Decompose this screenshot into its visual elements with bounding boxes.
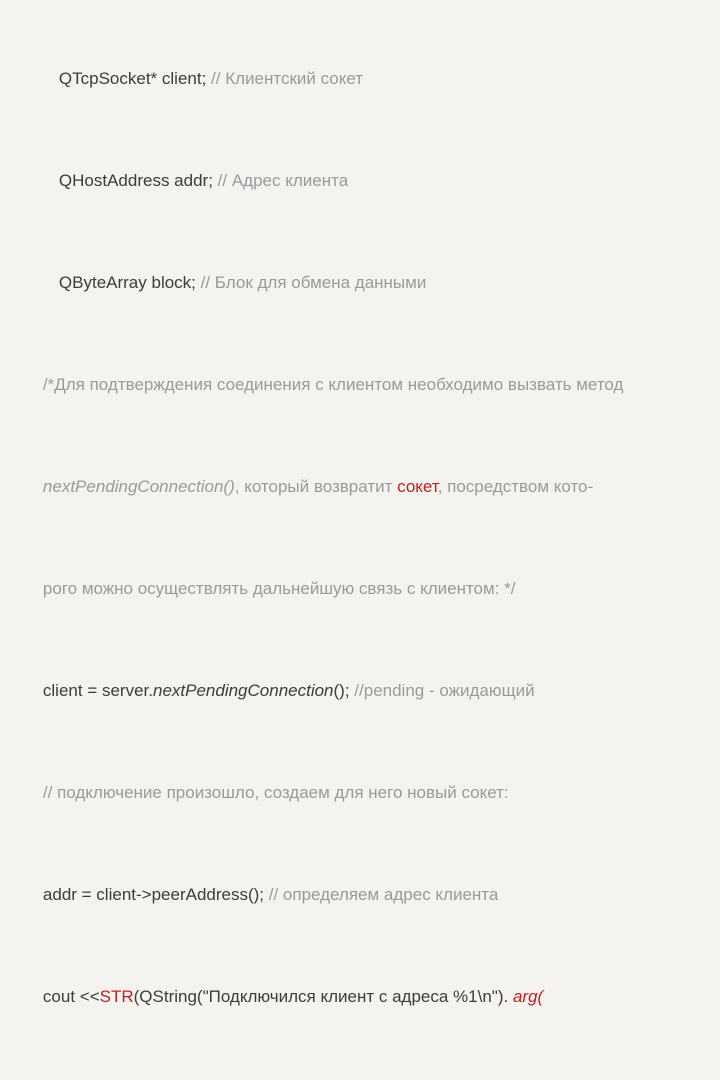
comment-peer: // определяем адрес клиента [269, 885, 499, 904]
cout-a: cout << [43, 987, 100, 1006]
block-comment-text-1: /*Для подтверждения соединения с клиенто… [43, 375, 628, 394]
code-line-3: QByteArray block; // Блок для обмена дан… [24, 232, 688, 334]
highlight-arg: arg [513, 987, 538, 1006]
decl-client: QTcpSocket* client; [59, 69, 211, 88]
block-comment-text-2b: , посредством кото- [438, 477, 593, 496]
comment-block: // Блок для обмена данными [201, 273, 427, 292]
code-line-1: QTcpSocket* client; // Клиентский сокет [24, 28, 688, 130]
code-line-8: // подключение произошло, создаем для не… [24, 742, 688, 844]
method-name-italic: nextPendingConnection() [43, 477, 235, 496]
block-comment-line-2: nextPendingConnection(), который возврат… [24, 436, 688, 538]
code-line-11: addr.toString())); [24, 1048, 688, 1080]
block-comment-line-1: /*Для подтверждения соединения с клиенто… [24, 334, 688, 436]
decl-block: QByteArray block; [59, 273, 201, 292]
block-comment-text-2a: , который возвратит [235, 477, 397, 496]
code-line-7: client = server.nextPendingConnection();… [24, 640, 688, 742]
code-line-10: cout <<STR(QString("Подключился клиент с… [24, 946, 688, 1048]
highlight-str: STR [100, 987, 134, 1006]
block-comment-line-3: рого можно осуществлять дальнейшую связь… [24, 538, 688, 640]
comment-connect: // подключение произошло, создаем для не… [43, 783, 509, 802]
code-line-9: addr = client->peerAddress(); // определ… [24, 844, 688, 946]
block-comment-text-3: рого можно осуществлять дальнейшую связь… [43, 579, 516, 598]
assign-client-b: (); [334, 681, 355, 700]
assign-addr: addr = client->peerAddress(); [43, 885, 269, 904]
assign-client-method: nextPendingConnection [153, 681, 334, 700]
highlight-socket: сокет [397, 477, 438, 496]
comment-client: // Клиентский сокет [211, 69, 363, 88]
code-line-2: QHostAddress addr; // Адрес клиента [24, 130, 688, 232]
decl-addr: QHostAddress addr; [59, 171, 218, 190]
comment-addr: // Адрес клиента [218, 171, 349, 190]
assign-client-a: client = server. [43, 681, 153, 700]
cout-b: (QString("Подключился клиент с адреса %1… [134, 987, 513, 1006]
code-slide: QTcpSocket* client; // Клиентский сокет … [0, 0, 720, 540]
highlight-paren: ( [538, 987, 544, 1006]
comment-pending: //pending - ожидающий [354, 681, 534, 700]
